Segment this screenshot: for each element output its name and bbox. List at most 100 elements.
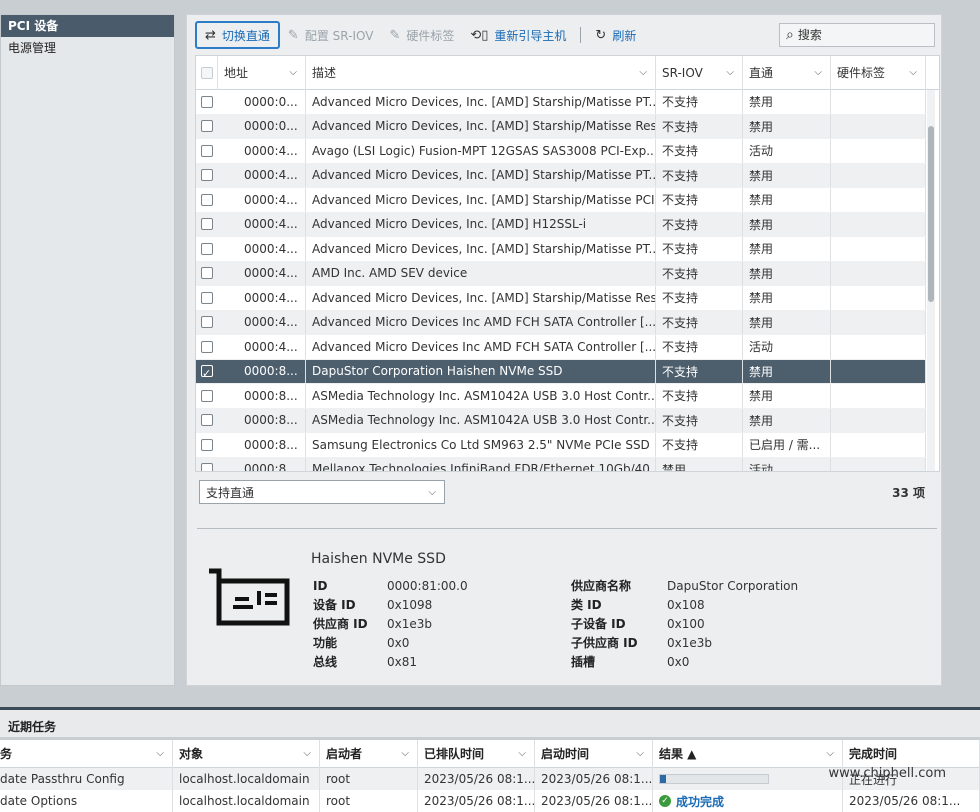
row-checkbox[interactable] (196, 188, 218, 212)
row-checkbox[interactable] (196, 384, 218, 408)
row-checkbox[interactable] (196, 458, 218, 471)
cell-task: date Passthru Config (0, 768, 173, 790)
toggle-passthrough-button[interactable]: ⇄ 切换直通 (195, 21, 280, 49)
configure-sriov-button[interactable]: ✎ 配置 SR-IOV (280, 21, 382, 49)
toolbar-separator (580, 27, 582, 43)
detail-value: 0x81 (387, 655, 418, 669)
column-label: 启动者 (326, 747, 363, 761)
row-checkbox[interactable] (196, 433, 218, 457)
chevron-down-icon[interactable]: ⌵ (636, 740, 644, 768)
select-all-checkbox[interactable] (196, 56, 218, 90)
filter-select[interactable]: 支持直通 ⌵ (199, 480, 445, 504)
chevron-down-icon[interactable]: ⌵ (303, 740, 311, 768)
reboot-host-label: 重新引导主机 (494, 28, 567, 43)
cell-initiator: root (320, 790, 418, 812)
column-header-hardware-tag[interactable]: 硬件标签 ⌵ (831, 56, 926, 90)
reboot-host-button[interactable]: ⟲▯ 重新引导主机 (462, 21, 574, 49)
chevron-down-icon[interactable]: ⌵ (814, 56, 822, 90)
tasks-column-result[interactable]: 结果 ▲ ⌵ (653, 740, 843, 768)
row-checkbox[interactable] (196, 139, 218, 163)
cell-passthrough: 禁用 (743, 359, 831, 383)
refresh-button[interactable]: ↻ 刷新 (587, 21, 644, 49)
column-header-address[interactable]: 地址 ⌵ (218, 56, 306, 90)
tasks-column-started[interactable]: 启动时间 ⌵ (535, 740, 653, 768)
check-icon: ✓ (202, 367, 212, 381)
row-checkbox[interactable] (196, 262, 218, 286)
chevron-down-icon[interactable]: ⌵ (289, 56, 297, 90)
row-checkbox[interactable] (196, 213, 218, 237)
cell-address: 0000:4... (218, 188, 306, 212)
detail-value: DapuStor Corporation (667, 579, 799, 593)
tasks-column-object[interactable]: 对象 ⌵ (173, 740, 320, 768)
tasks-column-queued[interactable]: 已排队时间 ⌵ (418, 740, 535, 768)
table-row[interactable]: 0000:8... ASMedia Technology Inc. ASM1042… (196, 384, 926, 409)
scrollbar-thumb[interactable] (928, 126, 934, 302)
cell-description: Advanced Micro Devices, Inc. [AMD] Stars… (306, 188, 656, 212)
task-row[interactable]: date Options localhost.localdomain root 202… (0, 790, 980, 812)
table-row[interactable]: 0000:4... Advanced Micro Devices, Inc. [A… (196, 212, 926, 237)
table-row[interactable]: ✓ 0000:8... DapuStor Corporation Haishen N… (196, 359, 926, 384)
cell-queued: 2023/05/26 08:1... (418, 790, 535, 812)
chevron-down-icon[interactable]: ⌵ (639, 56, 647, 90)
row-checkbox[interactable] (196, 115, 218, 139)
table-row[interactable]: 0000:4... Avago (LSI Logic) Fusion-MPT 12… (196, 139, 926, 164)
column-label: 地址 (224, 66, 249, 80)
table-row[interactable]: 0000:4... Advanced Micro Devices, Inc. [A… (196, 286, 926, 311)
table-row[interactable]: 0000:4... AMD Inc. AMD SEV device 不支持 禁用 (196, 261, 926, 286)
table-row[interactable]: 0000:8... Mellanox Technologies InfiniBan… (196, 457, 926, 471)
chevron-down-icon[interactable]: ⌵ (518, 740, 526, 768)
table-row[interactable]: 0000:4... Advanced Micro Devices Inc AMD … (196, 335, 926, 360)
table-row[interactable]: 0000:4... Advanced Micro Devices Inc AMD … (196, 310, 926, 335)
cell-hardware-tag (831, 433, 926, 457)
table-row[interactable]: 0000:0... Advanced Micro Devices, Inc. [A… (196, 90, 926, 115)
grid-scrollbar[interactable] (927, 90, 935, 471)
cell-hardware-tag (831, 335, 926, 359)
table-row[interactable]: 0000:4... Advanced Micro Devices, Inc. [A… (196, 188, 926, 213)
tasks-column-task[interactable]: 务 ⌵ (0, 740, 173, 768)
checkbox-box (201, 414, 213, 427)
table-row[interactable]: 0000:4... Advanced Micro Devices, Inc. [A… (196, 237, 926, 262)
recent-tasks-bar: 近期任务 (0, 707, 980, 737)
sidebar-item-pci-devices[interactable]: PCI 设备 (1, 15, 174, 37)
cell-object[interactable]: localhost.localdomain (173, 768, 320, 790)
row-checkbox[interactable] (196, 311, 218, 335)
cell-passthrough: 禁用 (743, 237, 831, 261)
table-row[interactable]: 0000:4... Advanced Micro Devices, Inc. [A… (196, 163, 926, 188)
chevron-down-icon[interactable]: ⌵ (401, 740, 409, 768)
filter-value: 支持直通 (206, 485, 255, 500)
table-row[interactable]: 0000:8... Samsung Electronics Co Ltd SM96… (196, 433, 926, 458)
cell-started: 2023/05/26 08:1... (535, 768, 653, 790)
search-icon: ⌕ (786, 27, 794, 43)
row-checkbox[interactable] (196, 164, 218, 188)
checkbox-box (201, 316, 213, 329)
table-row[interactable]: 0000:0... Advanced Micro Devices, Inc. [A… (196, 114, 926, 139)
cell-object[interactable]: localhost.localdomain (173, 790, 320, 812)
tasks-column-completed[interactable]: 完成时间 (843, 740, 980, 768)
success-check-icon: ✓ (659, 795, 671, 807)
row-checkbox[interactable] (196, 286, 218, 310)
cell-passthrough: 禁用 (743, 90, 831, 114)
cell-task: date Options (0, 790, 173, 812)
cell-description: Advanced Micro Devices, Inc. [AMD] Stars… (306, 286, 656, 310)
chevron-down-icon[interactable]: ⌵ (156, 740, 164, 768)
cell-passthrough: 禁用 (743, 212, 831, 236)
chevron-down-icon[interactable]: ⌵ (726, 56, 734, 90)
cell-description: DapuStor Corporation Haishen NVMe SSD (306, 359, 656, 383)
row-checkbox[interactable] (196, 90, 218, 114)
search-input[interactable] (797, 28, 918, 42)
table-row[interactable]: 0000:8... ASMedia Technology Inc. ASM1042… (196, 408, 926, 433)
tasks-column-initiator[interactable]: 启动者 ⌵ (320, 740, 418, 768)
column-header-sriov[interactable]: SR-IOV ⌵ (656, 56, 743, 90)
sidebar-item-power-management[interactable]: 电源管理 (1, 37, 174, 59)
row-checkbox[interactable] (196, 237, 218, 261)
column-header-passthrough[interactable]: 直通 ⌵ (743, 56, 831, 90)
row-checkbox[interactable] (196, 335, 218, 359)
chevron-down-icon[interactable]: ⌵ (826, 740, 834, 768)
column-header-description[interactable]: 描述 ⌵ (306, 56, 656, 90)
cell-hardware-tag (831, 237, 926, 261)
hardware-tag-button[interactable]: ✎ 硬件标签 (381, 21, 462, 49)
cell-sriov: 不支持 (656, 114, 743, 138)
row-checkbox[interactable] (196, 409, 218, 433)
row-checkbox[interactable]: ✓ (196, 360, 218, 384)
chevron-down-icon[interactable]: ⌵ (909, 56, 917, 90)
